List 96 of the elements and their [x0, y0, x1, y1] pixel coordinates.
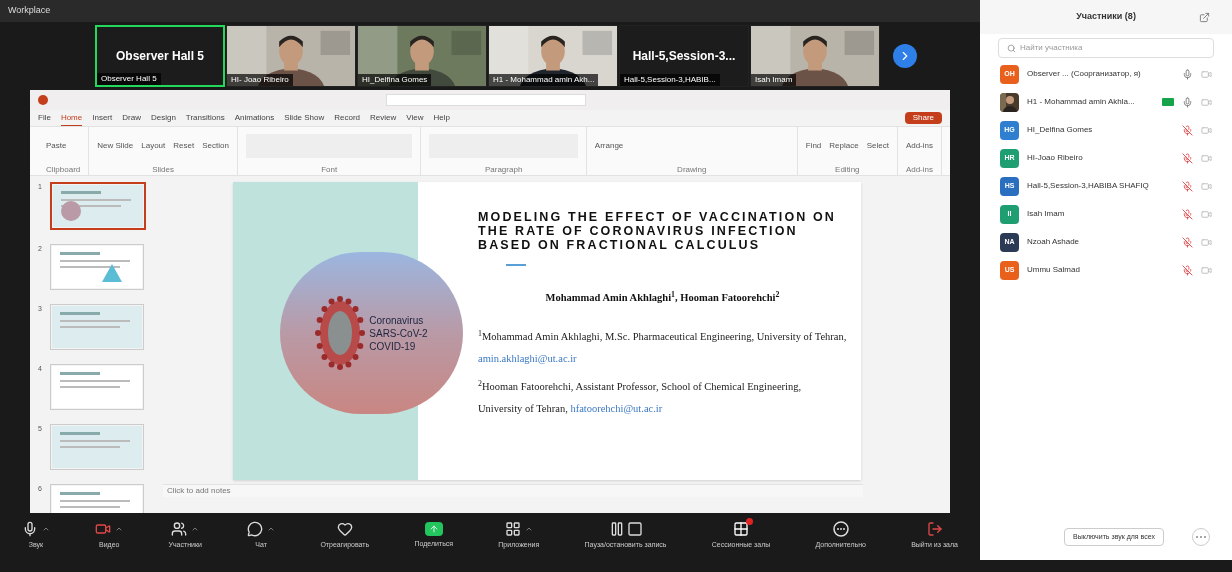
tile-label: Hall-5,Session-3,HABIB... — [620, 74, 720, 86]
pop-out-icon[interactable] — [1199, 11, 1210, 23]
group-label: Slides — [151, 165, 175, 175]
next-button[interactable] — [893, 44, 917, 68]
search-icon — [1007, 43, 1016, 53]
slide-title: MODELING THE EFFECT OF VACCINATION ON THE RATE OF CORONAVIRUS INFECTION BASED ON FRACTIONAL CALCULUS — [478, 210, 837, 252]
camera-icon — [1201, 236, 1212, 248]
share-button[interactable]: Share — [904, 112, 942, 124]
ribbon-button[interactable]: Section — [202, 140, 229, 152]
video-tile[interactable]: H1 - Mohammad amin Akh... — [488, 25, 618, 87]
slide-authors: Mohammad Amin Akhlaghi$^{1}$, Hooman Fatoorehchi$^{2}$ — [544, 290, 781, 305]
window-title: Workplace — [8, 4, 51, 18]
slide-thumbnail-icon — [52, 306, 142, 348]
camera-icon — [1201, 96, 1212, 108]
participant-name: Observer Hall 5 — [115, 48, 205, 65]
group-label: Editing — [834, 165, 861, 175]
ribbon-button[interactable]: New Slide — [97, 140, 134, 152]
ribbon-tab[interactable]: Design — [150, 111, 176, 125]
badge-text: COVID-19 — [369, 339, 417, 353]
ribbon-button[interactable]: Replace — [829, 140, 859, 152]
camera-icon — [1201, 68, 1212, 80]
email-link[interactable]: hfatoorehchi@ut.ac.ir — [570, 402, 663, 414]
more-icon — [1196, 535, 1206, 538]
ribbon-button[interactable]: Reset — [173, 140, 195, 152]
ribbon-tab[interactable]: Draw — [122, 111, 141, 125]
email-link[interactable]: amin.akhlaghi@ut.ac.ir — [478, 352, 577, 364]
leave-icon — [926, 521, 943, 538]
panel-title: Участники (8) — [1076, 10, 1136, 24]
camera-icon — [1201, 180, 1212, 192]
tile-label: H1 - Mohammad amin Akh... — [489, 74, 599, 86]
slide-thumbnail-icon — [53, 185, 143, 227]
video-tile[interactable]: Observer Hall 5 Observer Hall 5 — [95, 25, 225, 87]
affiliation-text: $^{1}$Mohammad Amin Akhlaghi, M.Sc. Pharmaceutical Engineering, University of Tehran, amin.akhlaghi@ut.ac.ir — [478, 327, 847, 366]
people-icon — [171, 521, 188, 538]
group-label: Paragraph — [483, 165, 524, 175]
camera-icon — [1201, 208, 1212, 220]
video-tile[interactable]: Hall-5,Session-3... Hall-5,Session-3,HABIB... — [619, 25, 749, 87]
ribbon-button[interactable]: Add-ins — [905, 140, 933, 152]
virus-icon — [315, 293, 366, 373]
heart-icon — [336, 521, 353, 538]
slide-thumbnail-icon — [52, 366, 142, 408]
ribbon-tab[interactable]: Help — [433, 111, 450, 125]
badge-text: Coronavirus — [369, 313, 425, 327]
video-tile[interactable]: HI- Joao Ribeiro — [226, 25, 356, 87]
group-label: Font — [320, 165, 339, 175]
search-field[interactable]: Найти участника — [998, 38, 1214, 58]
tile-label: Isah Imam — [751, 74, 797, 86]
share-screen-icon — [424, 522, 443, 537]
app-icon — [38, 95, 48, 105]
camera-icon — [1201, 264, 1212, 276]
video-tile[interactable]: Isah Imam — [750, 25, 880, 87]
participant-name: Isah Imam — [1027, 208, 1066, 220]
ribbon-tab[interactable]: Home — [60, 110, 83, 126]
video-tile[interactable]: HI_Delfina Gomes — [357, 25, 487, 87]
camera-icon — [1201, 124, 1212, 136]
ribbon-button[interactable]: Find — [805, 140, 822, 152]
participant-name: H1 - Mohammad amin Akhla... — [1027, 96, 1136, 108]
participant-name: Observer ... (Соорганизатор, я) — [1027, 68, 1142, 80]
participant-name: Hall-5,Session-3,HABIBA SHAFIQ — [1027, 180, 1150, 192]
ribbon-tab[interactable]: Record — [334, 111, 361, 125]
group-label: Clipboard — [46, 165, 81, 175]
participant-row[interactable]: H1 - Mohammad amin Akhla... — [980, 88, 1232, 116]
apps-icon — [504, 521, 521, 538]
chat-icon — [247, 521, 264, 538]
slide-thumbnail[interactable] — [50, 182, 146, 230]
ribbon-button[interactable]: Layout — [141, 140, 166, 152]
group-label: Drawing — [676, 165, 708, 175]
search-input[interactable]: Найти участника — [1020, 42, 1205, 54]
participant-name: Hall-5,Session-3... — [632, 48, 736, 65]
ribbon-button[interactable]: Select — [866, 140, 889, 152]
ribbon-button[interactable]: Arrange — [594, 140, 624, 152]
ribbon-tab[interactable]: Review — [370, 111, 397, 125]
participant-name: HI_Delfina Gomes — [1027, 124, 1094, 136]
affiliation-text: $^{2}$Hooman Fatoorehchi, Assistant Professor, School of Chemical Engineering, University of Tehran, hfatoorehchi@ut.ac.ir — [478, 377, 803, 416]
slide-thumbnail-icon — [52, 426, 142, 468]
badge-text: SARS-CoV-2 — [369, 326, 428, 340]
tile-label: HI_Delfina Gomes — [358, 74, 432, 86]
title-underline — [506, 264, 526, 266]
ribbon-button[interactable]: Paste — [46, 140, 67, 152]
tile-label: Observer Hall 5 — [97, 73, 161, 85]
ribbon-tab[interactable]: Transitions — [185, 111, 225, 125]
ribbon-tab[interactable]: Animations — [234, 111, 275, 125]
participant-name: Ummu Salmad — [1027, 264, 1081, 276]
tile-label: HI- Joao Ribeiro — [227, 74, 293, 86]
microphone-icon — [22, 521, 38, 538]
more-icon — [832, 521, 849, 538]
participant-name: Nzoah Ashade — [1027, 236, 1081, 248]
ribbon-tab[interactable]: View — [406, 111, 424, 125]
notes-field[interactable]: Click to add notes — [163, 484, 863, 497]
ribbon-tab[interactable]: Slide Show — [284, 111, 325, 125]
participant-name: HI-Joao Ribeiro — [1027, 152, 1084, 164]
camera-icon — [1201, 152, 1212, 164]
slide-thumbnail-icon — [52, 246, 142, 288]
group-label: Add-ins — [905, 165, 933, 175]
ribbon-tab[interactable]: File — [38, 111, 51, 125]
ribbon-tab[interactable]: Insert — [92, 111, 113, 125]
